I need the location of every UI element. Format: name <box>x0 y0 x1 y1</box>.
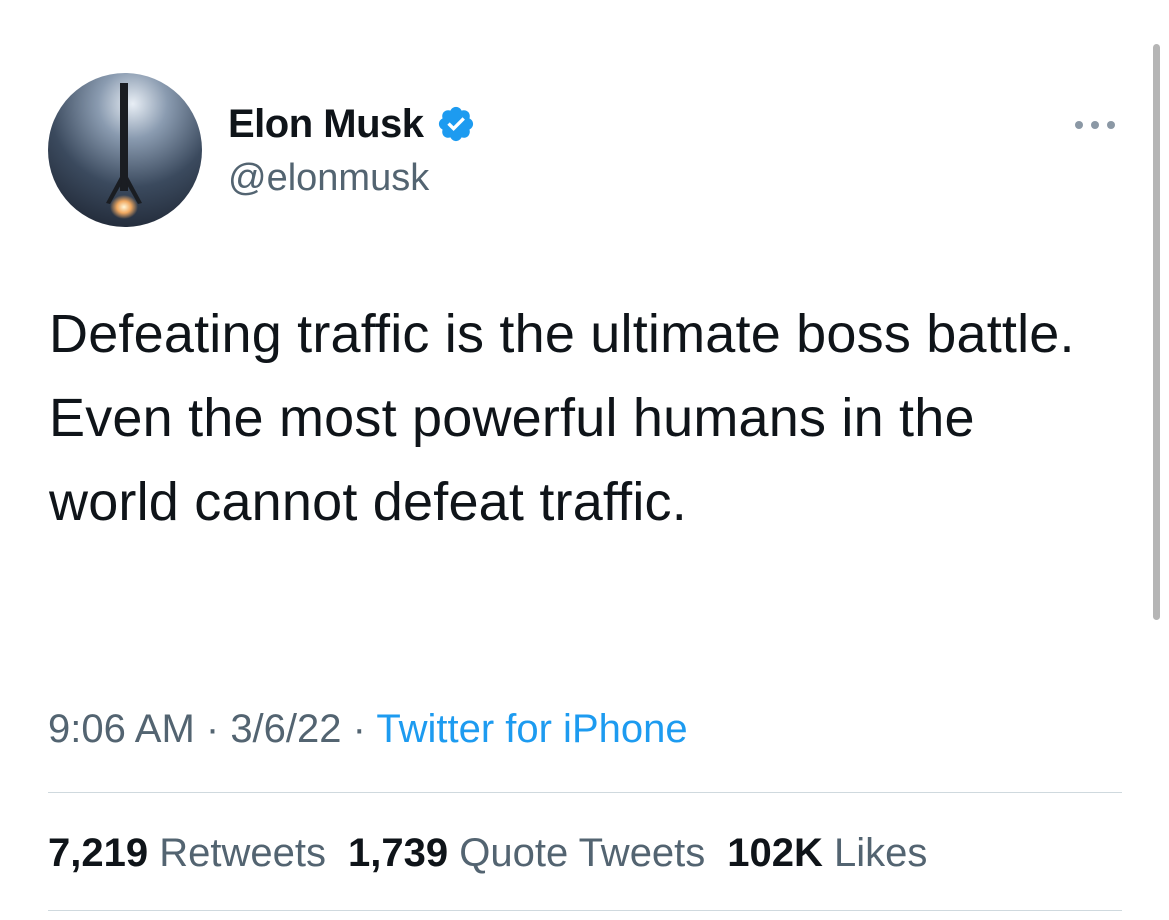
retweets-count: 7,219 <box>48 831 149 875</box>
tweet-time[interactable]: 9:06 AM <box>48 707 195 751</box>
tweet-date[interactable]: 3/6/22 <box>230 707 341 751</box>
rocket-booster-avatar-icon <box>48 73 202 227</box>
ellipsis-icon[interactable] <box>1070 110 1120 140</box>
divider <box>48 910 1122 911</box>
retweets-stat[interactable]: 7,219 Retweets <box>48 831 326 875</box>
divider <box>48 792 1122 793</box>
likes-count: 102K <box>727 831 823 875</box>
author-avatar[interactable] <box>48 73 202 227</box>
tweet-meta: 9:06 AM · 3/6/22 · Twitter for iPhone <box>48 704 688 754</box>
meta-separator: · <box>194 707 231 751</box>
engagement-stats: 7,219 Retweets 1,739 Quote Tweets 102K Lik… <box>48 828 949 878</box>
likes-label: Likes <box>834 831 928 875</box>
display-name-text: Elon Musk <box>228 102 424 146</box>
quote-tweets-label: Quote Tweets <box>459 831 706 875</box>
retweets-label: Retweets <box>159 831 326 875</box>
meta-separator: · <box>341 707 377 751</box>
author-handle[interactable]: @elonmusk <box>228 154 429 202</box>
quote-tweets-count: 1,739 <box>347 831 449 875</box>
tweet-source-link[interactable]: Twitter for iPhone <box>376 707 687 751</box>
quote-tweets-stat[interactable]: 1,739 Quote Tweets <box>348 831 705 875</box>
scrollbar[interactable] <box>1153 44 1160 620</box>
verified-badge-icon <box>438 106 473 142</box>
likes-stat[interactable]: 102K Likes <box>727 831 927 875</box>
tweet-text: Defeating traffic is the ultimate boss b… <box>49 304 1075 532</box>
author-display-name[interactable]: Elon Musk <box>228 100 476 148</box>
